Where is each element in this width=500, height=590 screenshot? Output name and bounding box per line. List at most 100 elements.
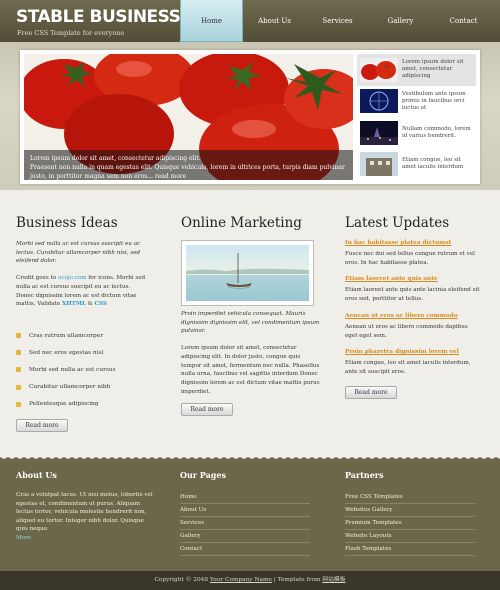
slider: Lorem ipsum dolor sit amet, consectetur … <box>20 50 480 184</box>
update-item: Proin pharetra dignissim lorem vel Etiam… <box>345 349 480 376</box>
footer-about-title: About Us <box>16 470 57 480</box>
thumb-night-city-image <box>360 120 398 145</box>
business-bullet-list: Cras rutrum ullamcorper Sed nec eros ege… <box>16 327 146 413</box>
copyright-text: Copyright © 2048 <box>154 577 209 583</box>
footer-link-home[interactable]: Home <box>180 491 310 504</box>
list-item: Morbi sed nulla ac est cursus <box>16 361 146 378</box>
slide-read-more-link[interactable]: read more <box>155 173 186 180</box>
business-credit: Credit goes to ocojo.com for icons. Morb… <box>16 274 146 309</box>
thumb-item[interactable]: Lorem ipsum dolor sit amet, consectetur … <box>357 54 476 86</box>
footer-link-contact[interactable]: Contact <box>180 543 310 556</box>
bullet-icon <box>16 401 21 407</box>
thumb-ferris-wheel-image <box>360 89 398 114</box>
update-title-link[interactable]: Proin pharetra dignissim lorem vel <box>345 349 480 355</box>
slide-caption: Lorem ipsum dolor sit amet, consectetur … <box>24 150 353 180</box>
template-source-link[interactable]: 网站模板 <box>322 577 345 583</box>
nav-services[interactable]: Services <box>306 0 369 42</box>
online-marketing-title: Online Marketing <box>181 215 302 231</box>
update-title-link[interactable]: In hac habitasse platea dictumst <box>345 240 480 246</box>
marketing-body: Lorem ipsum dolor sit amet, consectetur … <box>181 345 320 395</box>
list-item: Pellentesque adipiscing <box>16 396 146 413</box>
thumb-text: Vestibulum ante ipsum primis in faucibus… <box>402 90 466 111</box>
css-link[interactable]: CSS <box>95 301 107 307</box>
footer-more-link[interactable]: More <box>16 535 31 541</box>
footer-partners: Partners Free CSS Templates Websites Gal… <box>345 470 475 556</box>
footer-zigzag-divider <box>0 455 500 459</box>
list-item: Cras rutrum ullamcorper <box>16 327 146 344</box>
list-item-label: Sed nec eros egestas nisl <box>29 349 104 356</box>
footer-link-services[interactable]: Services <box>180 517 310 530</box>
partner-link[interactable]: Website Layouts <box>345 530 475 543</box>
latest-updates-section: Latest Updates In hac habitasse platea d… <box>345 215 480 399</box>
bullet-icon <box>16 333 21 339</box>
credit-prefix: Credit goes to <box>16 275 57 282</box>
business-read-more-button[interactable]: Read more <box>16 418 68 432</box>
thumb-item[interactable]: Vestibulum ante ipsum primis in faucibus… <box>357 86 476 118</box>
partner-link[interactable]: Websites Gallery <box>345 504 475 517</box>
footer-partners-title: Partners <box>345 470 384 480</box>
update-item: Aenean ut eros ac libero commodo Aenean … <box>345 313 480 340</box>
business-ideas-title: Business Ideas <box>16 215 118 231</box>
update-item: Etiam laoreet ante quis ante Etiam laore… <box>345 276 480 303</box>
business-ideas-section: Business Ideas Morbi sed nulla ac est cu… <box>16 215 146 432</box>
site-logo[interactable]: STABLE BUSINESS <box>16 7 181 27</box>
list-item: Sed nec eros egestas nisl <box>16 344 146 361</box>
online-marketing-section: Online Marketing Proin imperdiet vehicul… <box>181 215 321 417</box>
thumb-building-image <box>360 152 398 177</box>
slider-thumb-list: Lorem ipsum dolor sit amet, consectetur … <box>357 54 476 180</box>
list-item-label: Pellentesque adipiscing <box>29 401 99 408</box>
list-item-label: Curabitur ullamcorper nibh <box>29 384 111 391</box>
list-item-label: Morbi sed nulla ac est cursus <box>29 366 116 373</box>
slider-band: Lorem ipsum dolor sit amet, consectetur … <box>0 42 500 190</box>
nav-contact[interactable]: Contact <box>432 0 495 42</box>
footer-pages-title: Our Pages <box>180 470 226 480</box>
site-tagline: Free CSS Template for everyone <box>17 29 125 37</box>
nav-about-us[interactable]: About Us <box>243 0 306 42</box>
footer-about-text: Cras a volutpat lacus. Ut nisi metus, lo… <box>16 492 153 532</box>
update-text: Fusce nec dui sed tellus congue rutrum e… <box>345 251 475 266</box>
update-text: Aenean ut eros ac libero commodo dapibus… <box>345 323 468 339</box>
slide-caption-title: Lorem ipsum dolor sit amet, consectetur … <box>30 155 201 162</box>
slide-main-image[interactable]: Lorem ipsum dolor sit amet, consectetur … <box>24 54 353 180</box>
thumb-text: Lorem ipsum dolor sit amet, consectetur … <box>402 59 464 80</box>
thumb-text: Nullam commodo, lorem id varius hendreri… <box>402 125 471 139</box>
footer-link-about-us[interactable]: About Us <box>180 504 310 517</box>
marketing-intro: Proin imperdiet vehicula consequat. Maur… <box>181 311 320 335</box>
nav-gallery[interactable]: Gallery <box>369 0 432 42</box>
template-from-text: | Template from <box>273 577 321 583</box>
main-nav: Home About Us Services Gallery Contact <box>180 0 495 42</box>
footer-our-pages: Our Pages Home About Us Services Gallery… <box>180 470 310 556</box>
nav-home[interactable]: Home <box>180 0 243 42</box>
bullet-icon <box>16 367 21 373</box>
copyright-bar: Copyright © 2048 Your Company Name | Tem… <box>0 571 500 590</box>
list-item: Curabitur ullamcorper nibh <box>16 378 146 395</box>
slide-caption-text: Praesent non nulla in quam egestas elit.… <box>30 164 345 180</box>
marketing-read-more-button[interactable]: Read more <box>181 403 233 417</box>
list-item-label: Cras rutrum ullamcorper <box>29 332 103 339</box>
update-title-link[interactable]: Aenean ut eros ac libero commodo <box>345 313 480 319</box>
update-item: In hac habitasse platea dictumst Fusce n… <box>345 240 480 267</box>
thumb-item[interactable]: Nullam commodo, lorem id varius hendreri… <box>357 117 476 149</box>
footer: About Us Cras a volutpat lacus. Ut nisi … <box>0 455 500 571</box>
amp-text: & <box>87 301 93 308</box>
footer-link-gallery[interactable]: Gallery <box>180 530 310 543</box>
boat-on-lake-image <box>186 245 309 301</box>
company-link[interactable]: Your Company Name <box>210 577 272 583</box>
thumb-tomato-image <box>360 57 398 82</box>
partner-link[interactable]: Free CSS Templates <box>345 491 475 504</box>
header: STABLE BUSINESS Free CSS Template for ev… <box>0 0 500 42</box>
footer-about: About Us Cras a volutpat lacus. Ut nisi … <box>16 470 156 541</box>
credit-link[interactable]: ocojo.com <box>58 275 86 281</box>
latest-updates-title: Latest Updates <box>345 215 450 231</box>
updates-read-more-button[interactable]: Read more <box>345 385 397 399</box>
thumb-text: Etiam congue, leo sit amet iaculis inter… <box>402 157 464 171</box>
xhtml-link[interactable]: XHTML <box>62 301 86 307</box>
bullet-icon <box>16 350 21 356</box>
business-intro: Morbi sed nulla ac est cursus suscipit e… <box>16 241 141 265</box>
update-title-link[interactable]: Etiam laoreet ante quis ante <box>345 276 480 282</box>
update-text: Etiam congue, leo sit amet iaculis inter… <box>345 360 471 375</box>
partner-link[interactable]: Flash Templates <box>345 543 475 556</box>
marketing-photo <box>181 240 314 306</box>
thumb-item[interactable]: Etiam congue, leo sit amet iaculis inter… <box>357 149 476 181</box>
partner-link[interactable]: Premium Templates <box>345 517 475 530</box>
